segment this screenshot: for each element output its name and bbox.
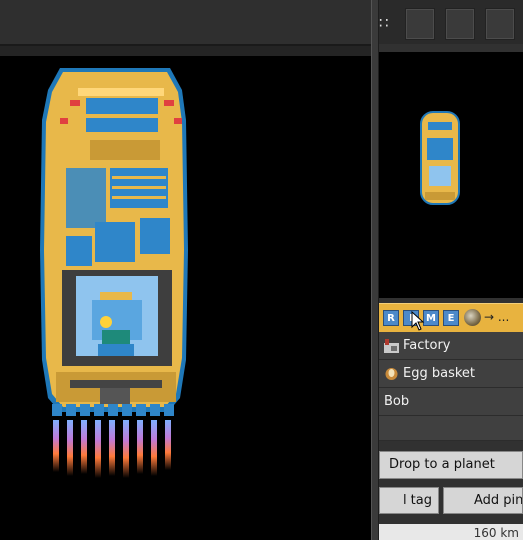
inventory-slot[interactable] bbox=[485, 8, 515, 40]
inventory-slot[interactable] bbox=[405, 8, 435, 40]
toolbar-shadow bbox=[0, 46, 371, 56]
tag-button-label: l tag bbox=[402, 493, 432, 508]
ship-view[interactable] bbox=[0, 56, 371, 540]
tag-button[interactable]: l tag bbox=[379, 487, 439, 514]
signal-icon[interactable]: ∷ bbox=[379, 14, 393, 36]
inventory-slot[interactable] bbox=[445, 8, 475, 40]
distance-readout: 160 km bbox=[379, 524, 523, 540]
list-item-factory[interactable]: Factory bbox=[379, 332, 523, 360]
drop-to-planet-button[interactable]: Drop to a planet bbox=[379, 451, 523, 479]
list-item-label: Egg basket bbox=[403, 366, 476, 381]
destination-label[interactable]: → ... bbox=[484, 310, 509, 324]
r-button[interactable]: R bbox=[383, 310, 399, 326]
list-item-egg-basket[interactable]: Egg basket bbox=[379, 360, 523, 388]
ship-control-bar: R I M E → ... bbox=[379, 303, 523, 332]
minimap[interactable] bbox=[379, 52, 523, 298]
list-item-bob[interactable]: Bob bbox=[379, 388, 523, 416]
list-item-empty[interactable] bbox=[379, 416, 523, 441]
top-toolbar bbox=[0, 0, 371, 46]
list-item-label: Factory bbox=[403, 338, 451, 353]
spaceship-sprite bbox=[40, 68, 188, 478]
drop-to-planet-label: Drop to a planet bbox=[389, 457, 495, 472]
list-item-label: Bob bbox=[384, 394, 410, 409]
mouse-cursor-icon bbox=[411, 311, 425, 331]
egg-basket-icon bbox=[385, 368, 398, 380]
factory-icon bbox=[384, 339, 399, 353]
planet-icon bbox=[464, 309, 481, 326]
panel-tabbar: ∷ bbox=[379, 0, 523, 44]
m-button[interactable]: M bbox=[423, 310, 439, 326]
panel-divider[interactable] bbox=[371, 0, 379, 540]
right-panel: ∷ R I M E → ... Factory Egg basket Bob D… bbox=[379, 0, 523, 540]
add-ping-label: Add ping bbox=[474, 493, 523, 508]
minimap-ship bbox=[420, 111, 460, 205]
add-ping-button[interactable]: Add ping bbox=[443, 487, 523, 514]
e-button[interactable]: E bbox=[443, 310, 459, 326]
